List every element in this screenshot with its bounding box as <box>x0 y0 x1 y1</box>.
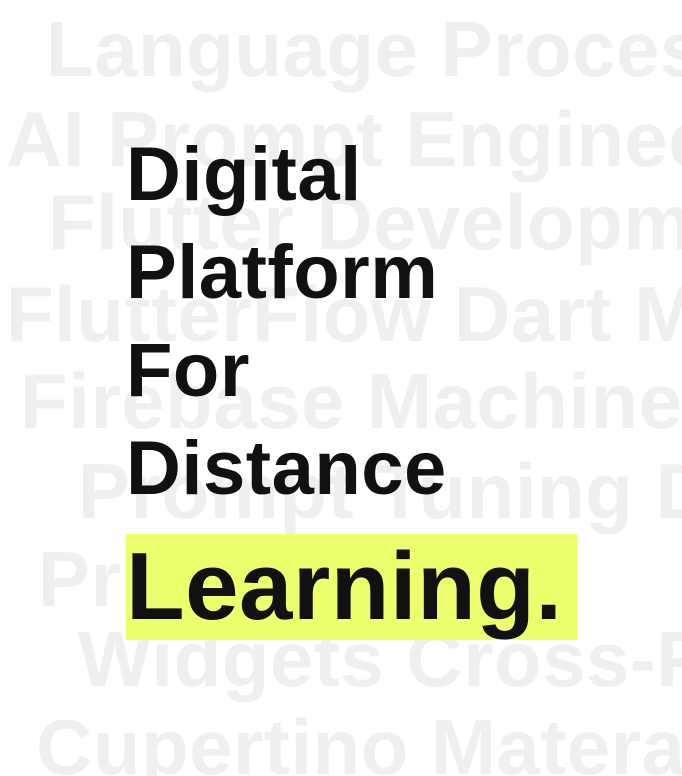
headline-line-2: Platform <box>126 230 439 315</box>
headline: Digital Platform For Distance <box>126 126 447 518</box>
headline-line-3: For <box>126 328 250 413</box>
headline-line-1: Digital <box>126 132 362 217</box>
background-word-line: Language Process <box>46 5 682 93</box>
background-word-line: Cupertino Materail <box>36 703 682 776</box>
headline-line-4: Distance <box>126 426 447 511</box>
headline-highlight-word: Learning. <box>126 533 563 640</box>
